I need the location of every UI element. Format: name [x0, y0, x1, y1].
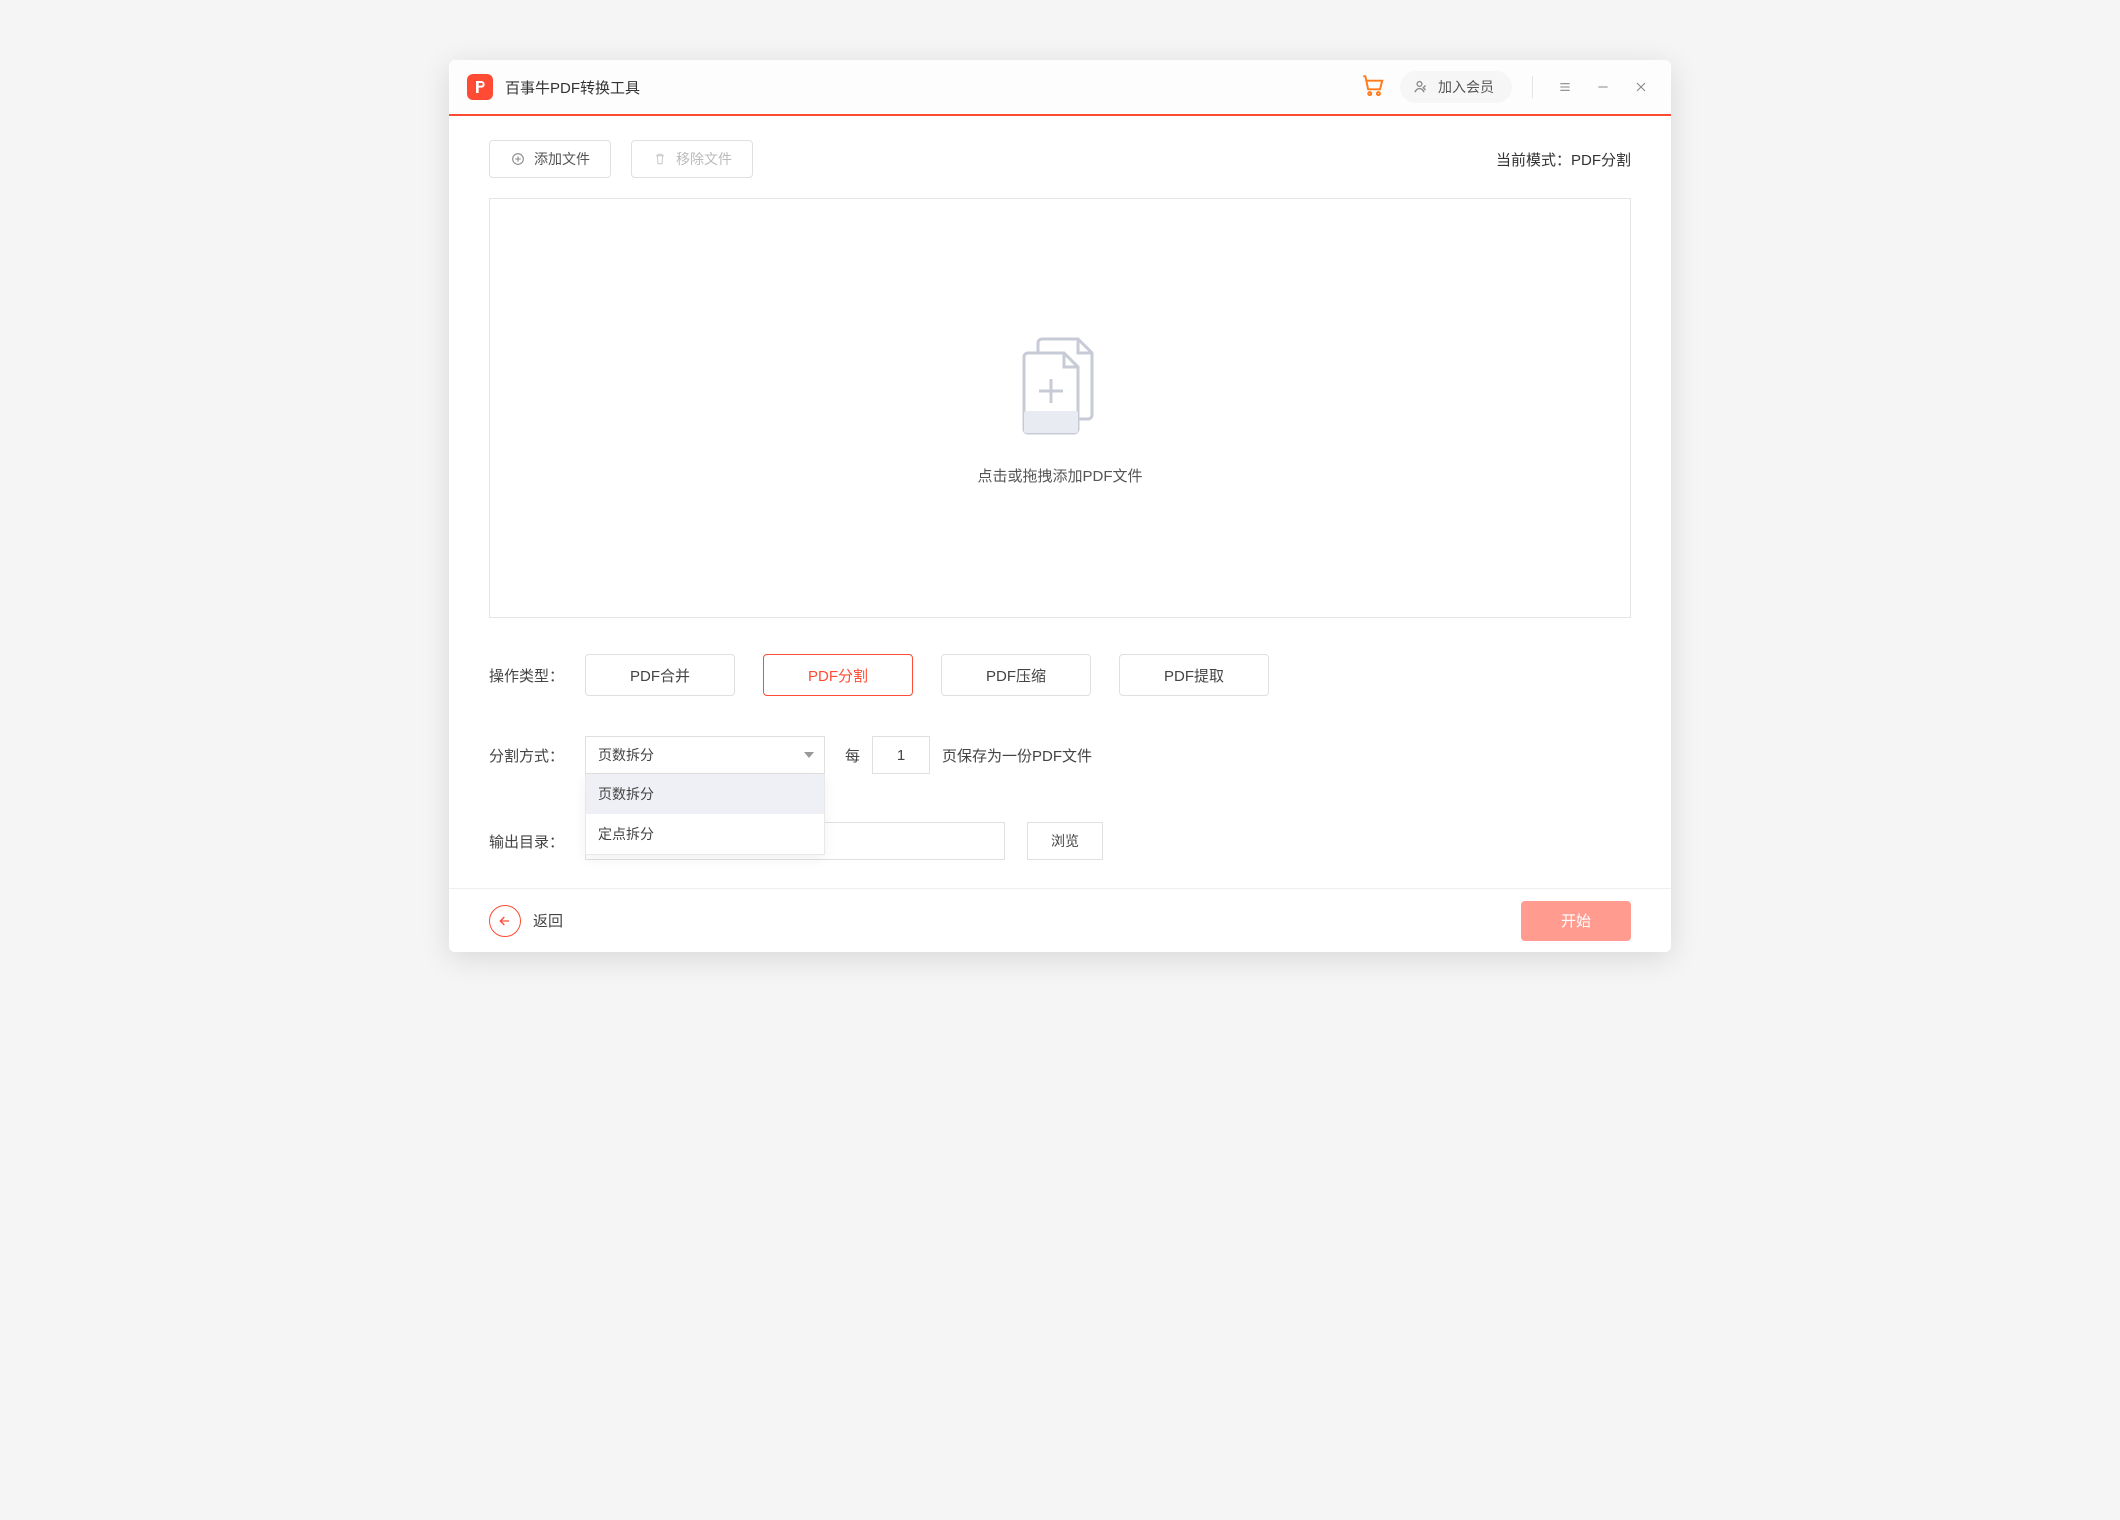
dropzone-hint: 点击或拖拽添加PDF文件 [977, 465, 1142, 486]
operation-pdf-compress[interactable]: PDF压缩 [941, 654, 1091, 696]
back-circle [489, 905, 521, 937]
split-suffix-label: 页保存为一份PDF文件 [942, 745, 1092, 766]
back-label: 返回 [533, 910, 563, 931]
pages-per-file-input[interactable] [872, 736, 930, 774]
minimize-icon [1595, 79, 1611, 95]
dropdown-option-pages[interactable]: 页数拆分 [586, 774, 824, 814]
split-method-row: 分割方式： 页数拆分 页数拆分 定点拆分 每 页保存为一份PDF文件 [489, 736, 1631, 774]
join-member-button[interactable]: 加入会员 [1400, 71, 1512, 103]
plus-circle-icon [510, 151, 526, 167]
dropdown-option-fixed[interactable]: 定点拆分 [586, 814, 824, 854]
operation-pdf-extract[interactable]: PDF提取 [1119, 654, 1269, 696]
trash-icon [652, 151, 668, 167]
logo-p-icon [472, 79, 488, 95]
operation-pdf-split[interactable]: PDF分割 [763, 654, 913, 696]
file-ops-row: 添加文件 移除文件 当前模式：PDF分割 [489, 140, 1631, 178]
chevron-down-icon [804, 752, 814, 758]
minimize-button[interactable] [1591, 75, 1615, 99]
split-label: 分割方式： [489, 745, 585, 766]
cart-icon[interactable] [1360, 72, 1386, 103]
add-document-icon [1010, 331, 1110, 441]
split-method-select[interactable]: 页数拆分 [585, 736, 825, 774]
split-params: 每 页保存为一份PDF文件 [845, 736, 1092, 774]
file-dropzone[interactable]: 点击或拖拽添加PDF文件 [489, 198, 1631, 618]
body: 添加文件 移除文件 当前模式：PDF分割 [449, 116, 1671, 860]
browse-button[interactable]: 浏览 [1027, 822, 1103, 860]
titlebar-right: 加入会员 [1360, 71, 1653, 103]
user-icon [1412, 78, 1430, 96]
app-window: 百事牛PDF转换工具 加入会员 添加 [449, 60, 1671, 952]
operation-label: 操作类型： [489, 665, 585, 686]
remove-file-label: 移除文件 [676, 149, 732, 169]
app-title: 百事牛PDF转换工具 [505, 77, 640, 98]
footer: 返回 开始 [449, 888, 1671, 952]
close-button[interactable] [1629, 75, 1653, 99]
start-button[interactable]: 开始 [1521, 901, 1631, 941]
current-mode-label: 当前模式：PDF分割 [1496, 149, 1631, 170]
every-label: 每 [845, 745, 860, 766]
hamburger-icon [1557, 79, 1573, 95]
split-method-dropdown: 页数拆分 定点拆分 [585, 774, 825, 855]
arrow-left-icon [497, 913, 513, 929]
add-file-label: 添加文件 [534, 149, 590, 169]
back-button[interactable]: 返回 [489, 905, 563, 937]
split-select-wrap: 页数拆分 页数拆分 定点拆分 [585, 736, 825, 774]
menu-button[interactable] [1553, 75, 1577, 99]
output-label: 输出目录： [489, 831, 585, 852]
operation-type-row: 操作类型： PDF合并 PDF分割 PDF压缩 PDF提取 [489, 654, 1631, 696]
remove-file-button[interactable]: 移除文件 [631, 140, 753, 178]
close-icon [1633, 79, 1649, 95]
operation-pdf-merge[interactable]: PDF合并 [585, 654, 735, 696]
member-label: 加入会员 [1438, 77, 1494, 97]
titlebar: 百事牛PDF转换工具 加入会员 [449, 60, 1671, 116]
split-selected-value: 页数拆分 [598, 745, 654, 765]
app-logo [467, 74, 493, 100]
add-file-button[interactable]: 添加文件 [489, 140, 611, 178]
separator [1532, 76, 1533, 98]
